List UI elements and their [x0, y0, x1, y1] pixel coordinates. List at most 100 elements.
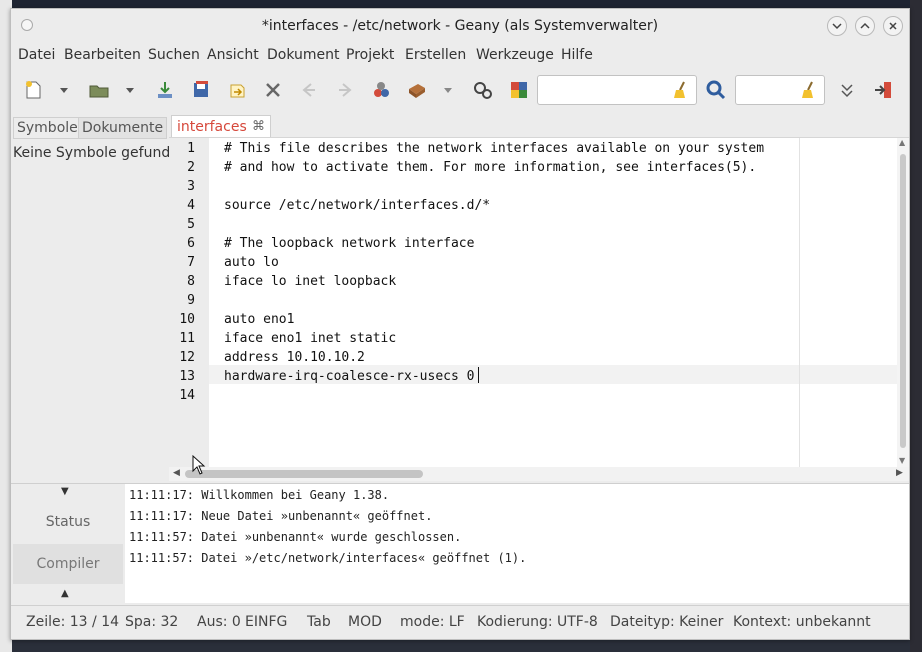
forward-button[interactable]: [331, 76, 359, 104]
status-message: 11:11:57: Datei »/etc/network/interfaces…: [129, 551, 527, 565]
caret-down-icon: [126, 88, 134, 93]
close-file-button[interactable]: [259, 76, 287, 104]
vertical-scroll-thumb[interactable]: [900, 154, 906, 448]
tab-interfaces[interactable]: interfaces ⌘: [171, 115, 271, 139]
code-line[interactable]: # This file describes the network interf…: [224, 141, 764, 156]
status-message: 11:11:57: Datei »unbenannt« wurde geschl…: [129, 530, 462, 544]
status-line: Zeile: 13 / 14: [26, 614, 120, 630]
open-file-dropdown[interactable]: [123, 76, 137, 104]
minimize-button[interactable]: [827, 16, 847, 36]
editor-tab-bar: interfaces ⌘: [169, 113, 909, 139]
tab-close-icon[interactable]: ⌘: [252, 119, 265, 134]
scroll-right-icon[interactable]: ▶: [896, 468, 903, 478]
build-button[interactable]: [403, 76, 431, 104]
goto-line-input[interactable]: [735, 75, 825, 105]
horizontal-scrollbar[interactable]: ◀ ▶: [169, 467, 909, 481]
horizontal-scroll-thumb[interactable]: [185, 470, 423, 478]
clear-broom-icon[interactable]: [670, 80, 690, 100]
arrow-right-icon: [339, 83, 352, 97]
code-line[interactable]: iface eno1 inet static: [224, 331, 396, 346]
scroll-up-icon[interactable]: ▲: [899, 138, 905, 147]
tabs-scroll-up-icon[interactable]: ▼: [61, 486, 69, 497]
color-chooser-button[interactable]: [505, 76, 533, 104]
menu-ansicht[interactable]: Ansicht: [207, 47, 259, 63]
save-icon: [158, 82, 172, 98]
chevron-down-icon: [832, 23, 842, 30]
gears-icon: [474, 82, 492, 99]
desktop-taskbar-strip: [0, 0, 922, 8]
goto-line-button[interactable]: [833, 76, 861, 104]
line-number: 13: [179, 369, 195, 384]
menu-erstellen[interactable]: Erstellen: [405, 47, 466, 63]
open-file-button[interactable]: [85, 76, 113, 104]
title-bar[interactable]: *interfaces - /etc/network - Geany (als …: [11, 9, 909, 43]
build-dropdown[interactable]: [441, 76, 455, 104]
tab-compiler[interactable]: Compiler: [13, 544, 123, 584]
message-window: ▼ Status Compiler ▲ 11:11:17: Willkommen…: [11, 483, 909, 604]
code-line[interactable]: auto eno1: [224, 312, 294, 327]
menu-werkzeuge[interactable]: Werkzeuge: [476, 47, 554, 63]
line-number: 10: [179, 312, 195, 327]
save-button[interactable]: [151, 76, 179, 104]
background-window-right: [910, 0, 922, 652]
clear-broom-icon[interactable]: [798, 80, 818, 100]
code-line[interactable]: # The loopback network interface: [224, 236, 474, 251]
message-tabs: ▼ Status Compiler ▲: [11, 484, 125, 604]
tab-dokumente[interactable]: Dokumente: [78, 117, 168, 139]
quit-button[interactable]: [869, 76, 897, 104]
tab-status[interactable]: Status: [13, 502, 123, 542]
scroll-left-icon[interactable]: ◀: [173, 468, 180, 478]
menu-datei[interactable]: Datei: [18, 47, 55, 63]
status-encoding: Kodierung: UTF-8: [477, 614, 598, 630]
caret-down-icon: [444, 88, 452, 93]
menu-hilfe[interactable]: Hilfe: [561, 47, 593, 63]
search-input[interactable]: [537, 75, 697, 105]
back-button[interactable]: [295, 76, 323, 104]
execute-button[interactable]: [469, 76, 497, 104]
menu-bar: Datei Bearbeiten Suchen Ansicht Dokument…: [11, 43, 909, 69]
menu-projekt[interactable]: Projekt: [346, 47, 394, 63]
maximize-button[interactable]: [855, 16, 875, 36]
revert-icon: [230, 84, 245, 98]
code-line[interactable]: address 10.10.10.2: [224, 350, 365, 365]
status-column: Spa: 32: [125, 614, 179, 630]
line-number: 12: [179, 350, 195, 365]
menu-bearbeiten[interactable]: Bearbeiten: [64, 47, 141, 63]
search-icon: [706, 80, 726, 100]
code-line[interactable]: auto lo: [224, 255, 279, 270]
status-insert-mode: EINFG: [245, 614, 288, 630]
new-file-button[interactable]: [19, 76, 47, 104]
revert-button[interactable]: [223, 76, 251, 104]
tab-symbole[interactable]: Symbole: [13, 117, 82, 139]
line-number: 6: [187, 236, 195, 251]
compile-button[interactable]: [367, 76, 395, 104]
caret-down-icon: [60, 88, 68, 93]
status-message: 11:11:17: Neue Datei »unbenannt« geöffne…: [129, 509, 433, 523]
status-message: 11:11:17: Willkommen bei Geany 1.38.: [129, 488, 390, 502]
folder-icon: [89, 85, 109, 98]
status-modified: MOD: [348, 614, 382, 630]
code-line[interactable]: # and how to activate them. For more inf…: [224, 160, 756, 175]
line-number: 14: [179, 388, 195, 403]
vertical-scrollbar[interactable]: ▲ ▼: [897, 138, 909, 468]
tabs-scroll-down-icon[interactable]: ▲: [61, 588, 69, 599]
close-button[interactable]: [883, 16, 903, 36]
close-icon: [266, 83, 280, 97]
menu-suchen[interactable]: Suchen: [148, 47, 200, 63]
code-editor[interactable]: 1 # This file describes the network inter…: [169, 137, 909, 468]
save-all-button[interactable]: [187, 76, 215, 104]
new-file-dropdown[interactable]: [57, 76, 71, 104]
code-line[interactable]: iface lo inet loopback: [224, 274, 396, 289]
find-button[interactable]: [702, 76, 730, 104]
text-caret: [478, 367, 479, 383]
line-number: 9: [187, 293, 195, 308]
code-line[interactable]: source /etc/network/interfaces.d/*: [224, 198, 490, 213]
menu-dokument[interactable]: Dokument: [267, 47, 340, 63]
scroll-down-icon[interactable]: ▼: [899, 456, 905, 465]
exit-icon: [875, 82, 891, 98]
code-line[interactable]: hardware-irq-coalesce-rx-usecs 0: [224, 369, 474, 384]
new-file-icon: [26, 81, 41, 99]
chevron-up-icon: [860, 22, 870, 29]
geany-window: *interfaces - /etc/network - Geany (als …: [10, 8, 910, 640]
save-all-icon: [194, 81, 208, 97]
